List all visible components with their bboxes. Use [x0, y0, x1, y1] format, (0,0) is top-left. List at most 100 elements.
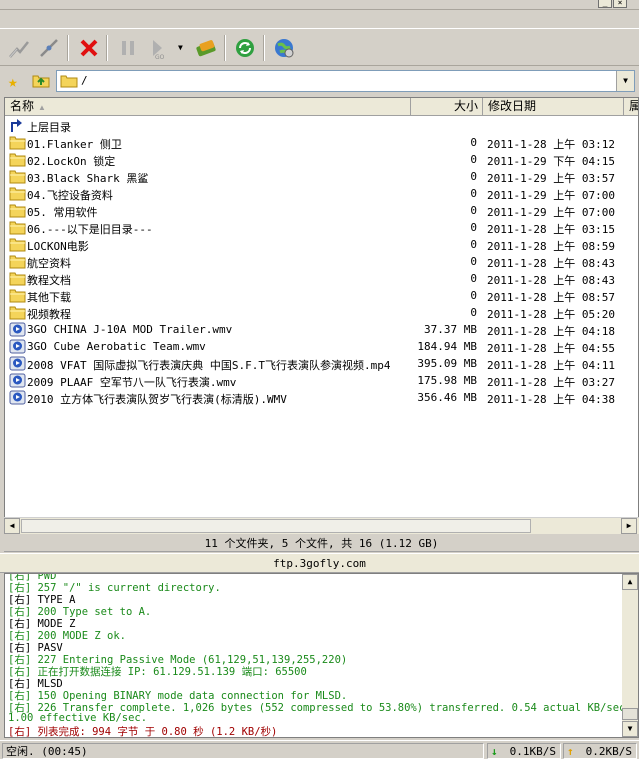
stop-icon: [80, 39, 98, 57]
file-name: 航空资料: [27, 257, 71, 270]
scroll-right-icon[interactable]: ▶: [621, 518, 637, 534]
arrow-down-icon: ↓: [491, 745, 498, 758]
file-size: 184.94 MB: [417, 340, 477, 353]
scroll-down-icon[interactable]: ▼: [622, 721, 638, 737]
file-size: 0: [470, 272, 477, 285]
video-file-icon: [9, 322, 26, 337]
toolbar-separator: [263, 35, 265, 61]
file-date: 2011-1-28 上午 03:15: [487, 223, 615, 236]
svg-text:GO: GO: [155, 54, 165, 60]
column-header: 名称▲ 大小 修改日期 属: [5, 98, 638, 116]
column-header-name[interactable]: 名称 ▲: [5, 98, 411, 115]
file-size: 0: [470, 170, 477, 183]
file-size: 0: [470, 221, 477, 234]
address-bar: ★ / ▼: [0, 67, 639, 95]
file-name: 上层目录: [27, 121, 71, 134]
stop-button[interactable]: [75, 34, 103, 62]
transfer-button[interactable]: GO: [144, 34, 172, 62]
toolbar-separator: [224, 35, 226, 61]
file-name: 06.---以下是旧目录---: [27, 223, 153, 236]
file-row[interactable]: 04.飞控设备资料 0 2011-1-29 上午 07:00: [5, 185, 638, 202]
file-date: 2011-1-29 下午 04:15: [487, 155, 615, 168]
file-row[interactable]: 航空资料 0 2011-1-28 上午 08:43: [5, 253, 638, 270]
sort-ascending-icon: ▲: [38, 103, 46, 112]
globe-button[interactable]: [270, 34, 298, 62]
connect-button[interactable]: [5, 34, 33, 62]
file-size: 0: [470, 255, 477, 268]
column-header-date[interactable]: 修改日期: [483, 98, 624, 115]
favorites-star-icon[interactable]: ★: [8, 72, 18, 91]
close-window-icon[interactable]: ×: [613, 0, 627, 8]
video-file-icon: [9, 356, 26, 371]
folder-icon: [9, 152, 26, 167]
path-input[interactable]: /: [81, 74, 88, 87]
disconnect-button[interactable]: [35, 34, 63, 62]
horizontal-scrollbar[interactable]: ◀ ▶: [4, 517, 639, 534]
file-date: 2011-1-29 上午 03:57: [487, 172, 615, 185]
log-panel: [右] PWD [右] 257 "/" is current directory…: [4, 573, 639, 738]
file-name: 05. 常用软件: [27, 206, 98, 219]
path-combobox[interactable]: / ▼: [56, 70, 635, 92]
file-name: 2010 立方体飞行表演队贺岁飞行表演(标清版).WMV: [27, 393, 287, 406]
file-row[interactable]: 06.---以下是旧目录--- 0 2011-1-28 上午 03:15: [5, 219, 638, 236]
toolbar-separator: [67, 35, 69, 61]
file-date: 2011-1-28 上午 08:43: [487, 257, 615, 270]
file-size: 0: [470, 187, 477, 200]
column-header-size[interactable]: 大小: [411, 98, 483, 115]
connect-icon: [9, 41, 29, 58]
go-up-button[interactable]: [32, 72, 50, 91]
log-line: 1.00 effective KB/sec.: [8, 712, 148, 724]
file-row[interactable]: 02.LockOn 锁定 0 2011-1-29 下午 04:15: [5, 151, 638, 168]
remote-file-list: 名称▲ 大小 修改日期 属 上层目录 01.Flanker 侧卫 0 2011-1-2…: [4, 97, 639, 534]
file-name: 3GO CHINA J-10A MOD Trailer.wmv: [27, 323, 233, 336]
file-row[interactable]: 2008 VFAT 国际虚拟飞行表演庆典 中国S.F.T飞行表演队参演视频.mp…: [5, 355, 638, 372]
transfer-dropdown-icon[interactable]: ▼: [178, 43, 183, 52]
file-date: 2011-1-28 上午 04:11: [487, 359, 615, 372]
scroll-up-icon[interactable]: ▲: [622, 574, 638, 590]
download-speed-panel: ↓ 0.1KB/S: [487, 743, 561, 759]
column-header-attr[interactable]: 属: [624, 98, 638, 115]
file-name: 2008 VFAT 国际虚拟飞行表演庆典 中国S.F.T飞行表演队参演视频.mp…: [27, 359, 391, 372]
file-row[interactable]: 03.Black Shark 黑鲨 0 2011-1-29 上午 03:57: [5, 168, 638, 185]
folder-icon: [9, 254, 26, 269]
pause-icon: [122, 41, 134, 55]
file-size: 395.09 MB: [417, 357, 477, 370]
vertical-scrollbar-thumb[interactable]: [622, 708, 638, 720]
column-date-label: 修改日期: [488, 99, 537, 113]
file-row[interactable]: 其他下载 0 2011-1-28 上午 08:57: [5, 287, 638, 304]
parent-directory-row[interactable]: 上层目录: [5, 117, 638, 134]
folder-icon: [9, 135, 26, 150]
file-size: 0: [470, 306, 477, 319]
folder-up-icon: [32, 75, 50, 88]
minimize-icon[interactable]: _: [598, 0, 612, 8]
pause-button[interactable]: [114, 34, 142, 62]
file-row[interactable]: 教程文档 0 2011-1-28 上午 08:43: [5, 270, 638, 287]
refresh-button[interactable]: [231, 34, 259, 62]
transfer-icon: GO: [153, 40, 165, 60]
vertical-scrollbar[interactable]: ▲ ▼: [622, 574, 638, 737]
scroll-left-icon[interactable]: ◀: [4, 518, 20, 534]
folder-icon: [9, 271, 26, 286]
scrollbar-thumb[interactable]: [21, 519, 531, 533]
arrow-up-icon: ↑: [567, 745, 574, 758]
up-arrow-icon: [9, 118, 26, 133]
folder-icon: [60, 75, 78, 88]
chevron-down-icon[interactable]: ▼: [616, 71, 634, 91]
file-size: 37.37 MB: [424, 323, 477, 336]
file-date: 2011-1-28 上午 04:18: [487, 325, 615, 338]
file-row[interactable]: 05. 常用软件 0 2011-1-29 上午 07:00: [5, 202, 638, 219]
file-row[interactable]: 视频教程 0 2011-1-28 上午 05:20: [5, 304, 638, 321]
file-row[interactable]: 3GO CHINA J-10A MOD Trailer.wmv 37.37 MB 2…: [5, 321, 638, 338]
file-date: 2011-1-28 上午 03:27: [487, 376, 615, 389]
file-name: 02.LockOn 锁定: [27, 155, 116, 168]
status-text: 空闲. (00:45): [2, 743, 484, 759]
file-name: 3GO Cube Aerobatic Team.wmv: [27, 340, 206, 353]
file-row[interactable]: 2010 立方体飞行表演队贺岁飞行表演(标清版).WMV 356.46 MB 201…: [5, 389, 638, 406]
sync-button[interactable]: [192, 34, 220, 62]
file-size: 175.98 MB: [417, 374, 477, 387]
file-row[interactable]: 3GO Cube Aerobatic Team.wmv 184.94 MB 2011…: [5, 338, 638, 355]
file-row[interactable]: 01.Flanker 侧卫 0 2011-1-28 上午 03:12: [5, 134, 638, 151]
file-row[interactable]: LOCKON电影 0 2011-1-28 上午 08:59: [5, 236, 638, 253]
file-row[interactable]: 2009 PLAAF 空军节八一队飞行表演.wmv 175.98 MB 2011-1…: [5, 372, 638, 389]
file-date: 2011-1-28 上午 05:20: [487, 308, 615, 321]
